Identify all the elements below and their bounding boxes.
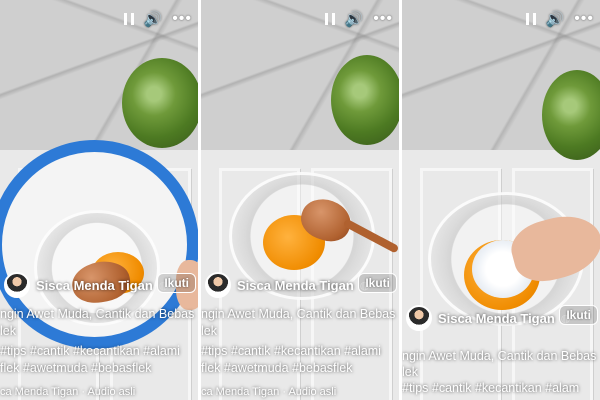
author-name[interactable]: Sisca Menda Tigan [237,278,354,293]
follow-button[interactable]: Ikuti [358,273,397,293]
more-icon[interactable]: ••• [574,10,594,28]
volume-icon[interactable]: 🔊 [345,10,364,28]
author-name[interactable]: Sisca Menda Tigan [438,311,555,326]
pause-icon[interactable] [324,13,335,25]
volume-icon[interactable]: 🔊 [546,10,565,28]
profile-row: Sisca Menda Tigan ◍ [406,305,570,331]
hashtags-line[interactable]: flek #awetmuda #bebasflek [201,360,352,377]
caption-line: lek [0,324,16,338]
audio-label[interactable]: ca Menda Tigan · Audio asli [201,386,336,398]
player-controls: 🔊 ••• [123,10,193,28]
pause-icon[interactable] [525,13,536,25]
caption-line: ngin Awet Muda, Cantik dan Bebas [201,307,396,321]
profile-row: Sisca Menda Tigan ◍ [205,272,369,298]
caption-line: lek [201,324,217,338]
caption-line: ngin Awet Muda, Cantik dan Bebas [402,349,597,363]
avatar[interactable] [205,272,231,298]
more-icon[interactable]: ••• [373,10,393,28]
pause-icon[interactable] [123,13,134,25]
hashtags-line[interactable]: #tips #cantik #kecantikan #alami [201,343,381,360]
caption-line: ngin Awet Muda, Cantik dan Bebas [0,307,195,321]
hashtags-line[interactable]: #tips #cantik #kecantikan #alami [0,343,180,360]
player-controls: 🔊 ••• [525,10,595,28]
avatar[interactable] [4,272,30,298]
video-panel-2[interactable]: 🔊 ••• Sisca Menda Tigan ◍ Ikuti ngin Awe… [201,0,399,400]
hashtags-line[interactable]: flek #awetmuda #bebasflek [0,360,151,377]
more-icon[interactable]: ••• [172,10,192,28]
hashtags-line[interactable]: #tips #cantik #kecantikan #alam [402,380,579,397]
profile-row: Sisca Menda Tigan ◍ [4,272,168,298]
caption-line: lek [402,365,418,379]
video-panel-3[interactable]: 🔊 ••• Sisca Menda Tigan ◍ Ikuti ngin Awe… [402,0,600,400]
follow-button[interactable]: Ikuti [157,273,196,293]
potted-plant [331,55,399,145]
player-controls: 🔊 ••• [324,10,394,28]
author-name[interactable]: Sisca Menda Tigan [36,278,153,293]
volume-icon[interactable]: 🔊 [144,10,163,28]
potted-plant [122,58,198,148]
follow-button[interactable]: Ikuti [559,305,598,325]
video-panel-1[interactable]: 🔊 ••• Sisca Menda Tigan ◍ Ikuti ngin Awe… [0,0,198,400]
avatar[interactable] [406,305,432,331]
audio-label[interactable]: ca Menda Tigan · Audio asli [0,386,135,398]
